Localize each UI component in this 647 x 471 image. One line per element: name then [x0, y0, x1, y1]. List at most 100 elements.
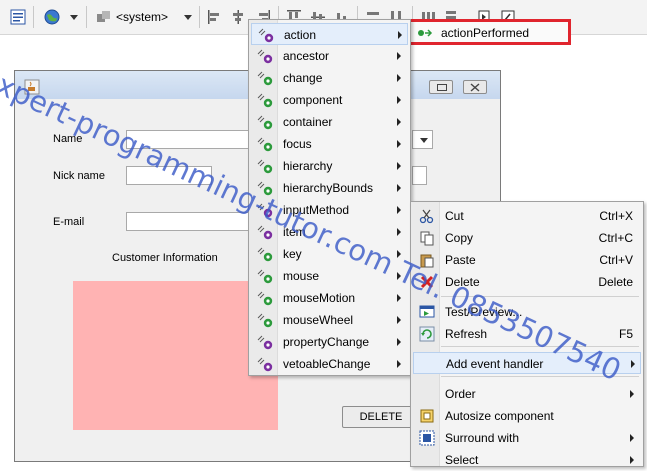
chevron-right-icon [630, 434, 634, 442]
customer-info-label: Customer Information [112, 252, 218, 264]
maximize-button[interactable] [429, 80, 453, 94]
context-menu: Cut Ctrl+X Copy Ctrl+C Paste Ctrl+V Delete Dele… [410, 201, 644, 467]
event-item-container[interactable]: container [251, 111, 408, 133]
event-gear-icon [257, 137, 273, 152]
chevron-right-icon [630, 456, 634, 464]
action-performed-item[interactable]: actionPerformed [441, 26, 529, 40]
context-item-label: Order [445, 387, 476, 401]
event-gear-icon [257, 247, 273, 262]
chevron-down-icon[interactable] [420, 138, 428, 143]
chevron-right-icon [630, 390, 634, 398]
event-item-vetoableChange[interactable]: vetoableChange [251, 353, 408, 375]
event-gear-icon [257, 335, 273, 350]
shortcut-hint: Ctrl+V [599, 253, 633, 267]
event-item-label: vetoableChange [283, 357, 371, 371]
event-item-propertyChange[interactable]: propertyChange [251, 331, 408, 353]
context-item-copy[interactable]: Copy Ctrl+C [413, 227, 641, 249]
shortcut-hint: F5 [618, 327, 633, 341]
context-item-label: Select [445, 453, 479, 467]
event-item-hierarchyBounds[interactable]: hierarchyBounds [251, 177, 408, 199]
context-item-label: Delete [445, 275, 480, 289]
copy-icon [420, 231, 434, 246]
event-gear-icon [257, 291, 273, 306]
event-item-label: action [284, 28, 317, 42]
context-item-add-event-handler[interactable]: Add event handler [413, 352, 641, 374]
event-gear-icon [258, 28, 274, 43]
paste-icon [420, 254, 434, 268]
close-icon [470, 83, 480, 92]
shortcut-hint: Delete [598, 275, 633, 289]
event-item-action[interactable]: action [251, 23, 408, 45]
context-item-select[interactable]: Select [413, 449, 641, 471]
context-item-label: Copy [445, 231, 474, 245]
name-label: Name [53, 133, 83, 145]
event-item-label: propertyChange [283, 335, 370, 349]
event-gear-icon [257, 203, 273, 218]
event-item-label: ancestor [283, 49, 330, 63]
context-item-label: Add event handler [446, 357, 544, 371]
event-item-focus[interactable]: focus [251, 133, 408, 155]
event-item-label: focus [283, 137, 312, 151]
align-center-icon[interactable] [230, 9, 246, 25]
menu-separator [441, 376, 639, 377]
chevron-right-icon [397, 228, 401, 236]
event-item-inputMethod[interactable]: inputMethod [251, 199, 408, 221]
event-item-ancestor[interactable]: ancestor [251, 45, 408, 67]
context-item-label: Test/Preview... [445, 305, 523, 319]
context-item-label: Refresh [445, 327, 488, 341]
context-item-order[interactable]: Order [413, 383, 641, 405]
context-item-delete[interactable]: Delete Delete [413, 271, 641, 293]
align-left-icon[interactable] [207, 9, 223, 25]
email-field[interactable] [126, 212, 250, 231]
chevron-right-icon [397, 74, 401, 82]
delete-button[interactable]: DELETE [342, 406, 420, 428]
look-and-feel-combo[interactable]: <system> [96, 8, 168, 26]
chevron-right-icon [397, 338, 401, 346]
chevron-down-icon[interactable] [184, 15, 192, 20]
shortcut-hint: Ctrl+X [599, 209, 633, 223]
context-item-label: Autosize component [445, 409, 554, 423]
event-item-mouse[interactable]: mouse [251, 265, 408, 287]
context-item-autosize-component[interactable]: Autosize component [413, 405, 641, 427]
scissors-icon [419, 209, 434, 224]
event-gear-icon [257, 49, 273, 64]
event-item-label: container [283, 115, 333, 129]
event-gear-icon [257, 115, 273, 130]
event-item-change[interactable]: change [251, 67, 408, 89]
handler-arrow-icon [418, 29, 433, 37]
form-properties-icon[interactable] [10, 9, 26, 25]
event-item-mouseWheel[interactable]: mouseWheel [251, 309, 408, 331]
context-item-cut[interactable]: Cut Ctrl+X [413, 205, 641, 227]
event-item-mouseMotion[interactable]: mouseMotion [251, 287, 408, 309]
event-item-label: change [283, 71, 323, 85]
context-item-test-preview[interactable]: Test/Preview... [413, 301, 641, 323]
context-item-paste[interactable]: Paste Ctrl+V [413, 249, 641, 271]
delete-x-icon [420, 275, 434, 289]
chevron-down-icon[interactable] [70, 15, 78, 20]
event-item-hierarchy[interactable]: hierarchy [251, 155, 408, 177]
nick-name-field[interactable] [126, 166, 212, 185]
globe-icon[interactable] [44, 9, 60, 25]
name-combo-tail[interactable] [412, 130, 433, 149]
event-item-component[interactable]: component [251, 89, 408, 111]
chevron-right-icon [397, 360, 401, 368]
close-button[interactable] [463, 80, 487, 94]
chevron-right-icon [397, 96, 401, 104]
chevron-right-icon [397, 316, 401, 324]
context-item-label: Cut [445, 209, 464, 223]
event-item-label: mouse [283, 269, 320, 283]
event-gear-icon [257, 357, 273, 372]
nick-name-label: Nick name [53, 170, 105, 182]
components-icon [97, 11, 110, 22]
event-item-item[interactable]: item [251, 221, 408, 243]
right-field-tail[interactable] [412, 166, 427, 185]
event-item-key[interactable]: key [251, 243, 408, 265]
event-gear-icon [257, 181, 273, 196]
name-field[interactable] [126, 130, 250, 149]
context-item-surround-with[interactable]: Surround with [413, 427, 641, 449]
context-item-refresh[interactable]: Refresh F5 [413, 323, 641, 345]
chevron-right-icon [397, 250, 401, 258]
event-gear-icon [257, 71, 273, 86]
event-gear-icon [257, 159, 273, 174]
maximize-icon [437, 84, 447, 91]
